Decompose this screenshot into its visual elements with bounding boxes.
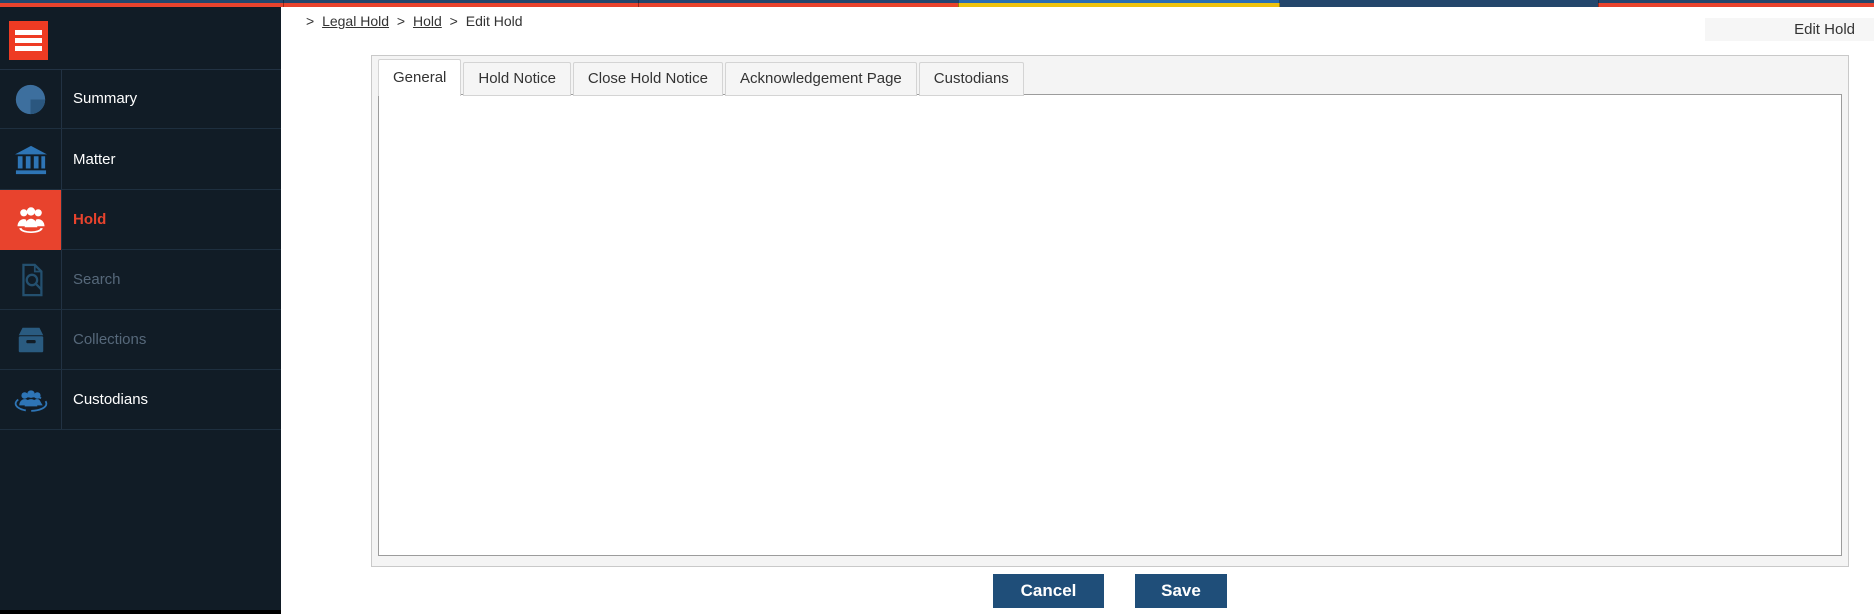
sidebar-bottom-strip — [0, 610, 281, 614]
breadcrumb-separator: > — [450, 13, 458, 29]
general-tab-page — [378, 94, 1842, 556]
sidebar-item-custodians[interactable]: Custodians — [0, 370, 281, 430]
sidebar-item-label: Hold — [73, 190, 106, 250]
sidebar-item-summary[interactable]: Summary — [0, 69, 281, 129]
top-strip-divider — [1598, 0, 1599, 7]
breadcrumb-separator: > — [397, 13, 405, 29]
tab-strip: General Hold Notice Close Hold Notice Ac… — [378, 58, 1026, 96]
tab-custodians[interactable]: Custodians — [919, 62, 1024, 96]
breadcrumb-link-legal-hold[interactable]: Legal Hold — [322, 13, 389, 29]
top-color-strip — [0, 0, 1874, 7]
hamburger-menu-button[interactable] — [9, 21, 48, 60]
sidebar-item-label: Custodians — [73, 370, 148, 430]
top-strip-divider — [958, 0, 959, 7]
sidebar-item-label: Summary — [73, 69, 137, 129]
top-strip-divider — [1279, 0, 1280, 7]
bank-icon — [0, 130, 61, 190]
save-button[interactable]: Save — [1135, 574, 1227, 608]
app-window: Summary Matter — [0, 0, 1874, 614]
tab-hold-notice[interactable]: Hold Notice — [463, 62, 571, 96]
sidebar-item-label: Matter — [73, 130, 116, 190]
sidebar-item-label: Search — [73, 250, 121, 310]
cancel-button[interactable]: Cancel — [993, 574, 1104, 608]
breadcrumb-link-hold[interactable]: Hold — [413, 13, 442, 29]
sidebar-item-hold[interactable]: Hold — [0, 190, 281, 250]
tab-general[interactable]: General — [378, 59, 461, 96]
archive-box-icon — [0, 310, 61, 370]
tab-panel-container: General Hold Notice Close Hold Notice Ac… — [371, 55, 1849, 567]
page-title: Edit Hold — [1705, 18, 1874, 41]
sidebar-item-search[interactable]: Search — [0, 250, 281, 310]
tab-acknowledgement-page[interactable]: Acknowledgement Page — [725, 62, 917, 96]
breadcrumb-current: Edit Hold — [466, 13, 523, 29]
sidebar: Summary Matter — [0, 7, 281, 614]
main-content: > Legal Hold > Hold > Edit Hold Edit Hol… — [281, 7, 1874, 614]
sidebar-item-matter[interactable]: Matter — [0, 130, 281, 190]
pie-chart-icon — [0, 69, 61, 129]
tab-close-hold-notice[interactable]: Close Hold Notice — [573, 62, 723, 96]
sidebar-item-collections[interactable]: Collections — [0, 310, 281, 370]
top-strip-divider — [283, 0, 284, 7]
document-search-icon — [0, 250, 61, 310]
breadcrumb-separator: > — [306, 13, 314, 29]
sidebar-item-label: Collections — [73, 310, 146, 370]
people-group-icon — [0, 190, 61, 250]
custodians-group-icon — [0, 370, 61, 430]
breadcrumb: > Legal Hold > Hold > Edit Hold — [302, 13, 523, 29]
top-strip-divider — [638, 0, 639, 7]
